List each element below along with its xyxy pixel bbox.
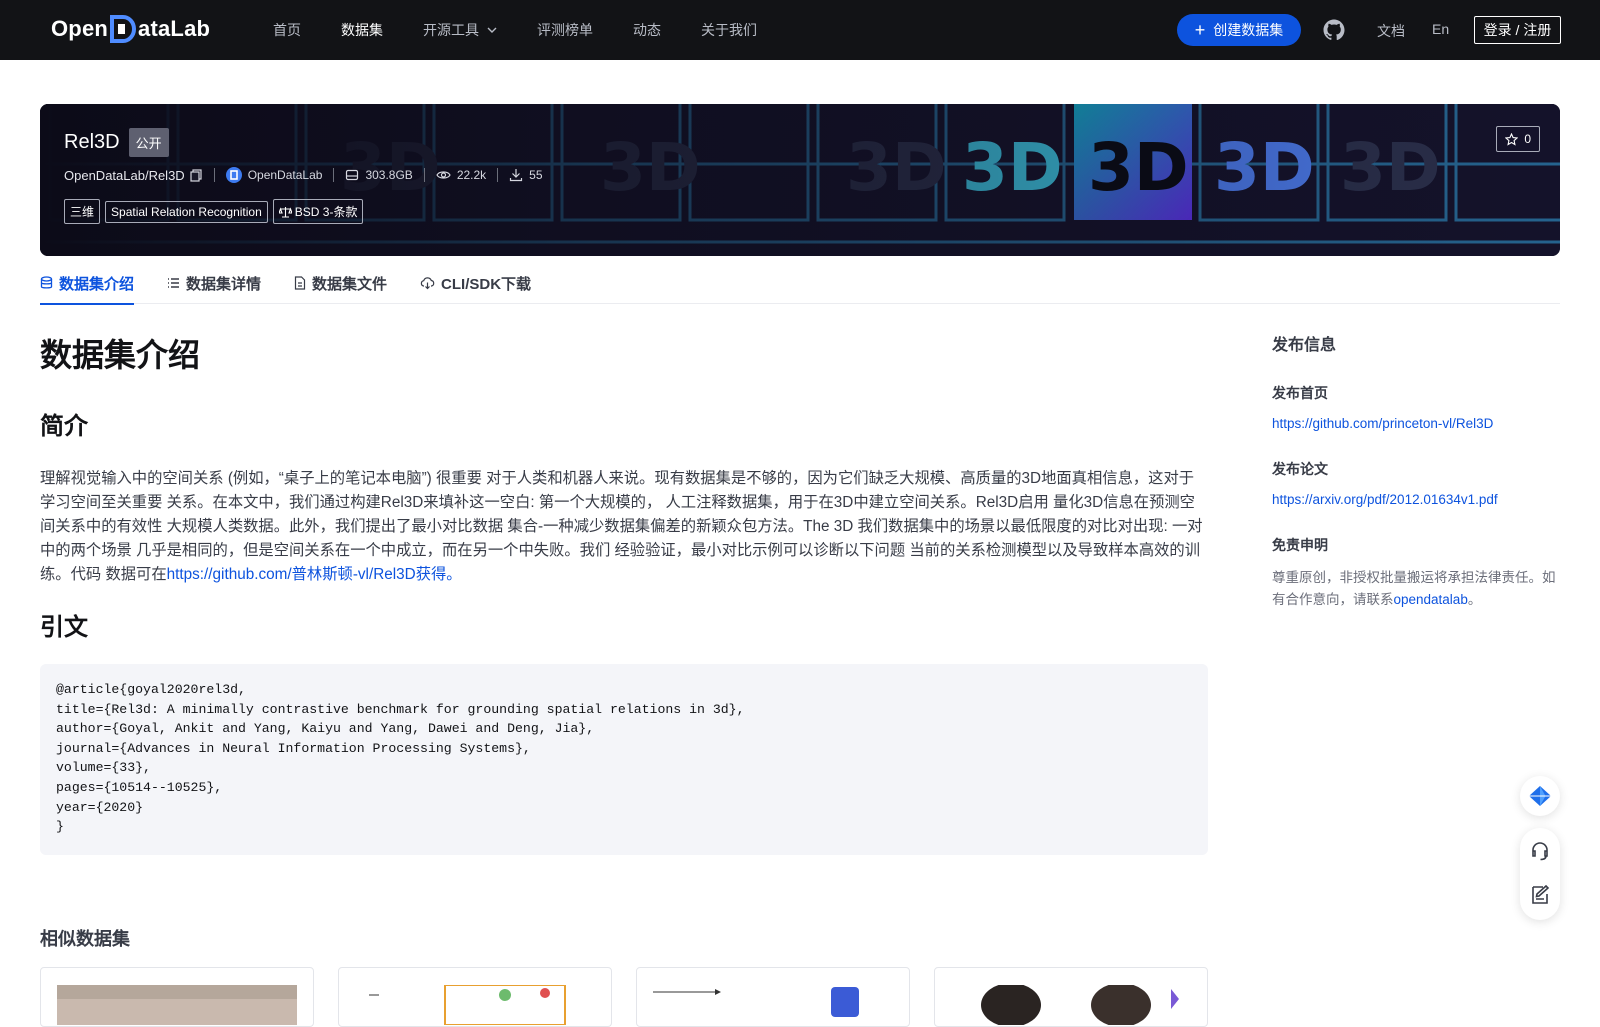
tab-cli-sdk-label: CLI/SDK下载: [441, 275, 532, 293]
file-icon: [294, 276, 306, 290]
dataset-size: 303.8GB: [345, 168, 413, 182]
publish-info-heading: 发布信息: [1272, 337, 1337, 354]
tag-modality[interactable]: 三维: [64, 199, 101, 224]
similar-datasets-list: [40, 967, 1232, 1027]
paper-link[interactable]: https://arxiv.org/pdf/2012.01634v1.pdf: [1272, 492, 1562, 507]
list-icon: [168, 278, 180, 288]
dataset-header: Rel3D 公开 OpenDataLab/Rel3D OpenDataLab 3…: [64, 128, 543, 224]
nav-about[interactable]: 关于我们: [701, 20, 757, 40]
cloud-download-icon: [420, 277, 435, 290]
citation-code-block: @article{goyal2020rel3d, title={Rel3d: A…: [40, 664, 1208, 855]
logo-d-mark-icon: [109, 14, 137, 44]
nav-open-source-tools[interactable]: 开源工具: [423, 20, 497, 40]
nav-home[interactable]: 首页: [273, 20, 301, 40]
tab-cli-sdk-download[interactable]: CLI/SDK下载: [420, 262, 531, 304]
contact-link[interactable]: opendatalab: [1394, 592, 1468, 607]
logo-text-prefix: Open: [51, 16, 109, 41]
diamond-logo-icon: [1529, 786, 1551, 806]
top-nav: Open ataLab 首页 数据集 开源工具 评测榜单 动态 关于我们 + 创…: [0, 0, 1600, 60]
citation-heading: 引文: [40, 614, 88, 641]
summary-text: 理解视觉输入中的空间关系 (例如，“桌子上的笔记本电脑”) 很重要 对于人类和机…: [40, 467, 1208, 587]
main-menu: 首页 数据集 开源工具 评测榜单 动态 关于我们: [273, 0, 797, 60]
dataset-title: Rel3D: [64, 131, 120, 153]
nav-datasets[interactable]: 数据集: [341, 20, 383, 40]
disclaimer-end: 。: [1467, 592, 1482, 607]
star-count: 0: [1524, 132, 1531, 146]
similar-dataset-card[interactable]: [40, 967, 314, 1027]
logo-text-suffix: ataLab: [138, 16, 211, 41]
tab-details-label: 数据集详情: [186, 275, 262, 293]
publisher-name: OpenDataLab: [247, 168, 323, 182]
storage-icon: [346, 169, 359, 181]
divider: [213, 168, 215, 182]
nav-open-source-tools-label: 开源工具: [423, 22, 479, 38]
tag-list: 三维 Spatial Relation Recognition BSD 3-条款: [64, 199, 543, 224]
disclaimer-label: 免责申明: [1272, 537, 1328, 553]
eye-icon: [436, 171, 451, 179]
divider: [333, 168, 335, 182]
dataset-intro-content: 数据集介绍 简介 理解视觉输入中的空间关系 (例如，“桌子上的笔记本电脑”) 很…: [40, 304, 1208, 855]
floating-assistant-button[interactable]: [1520, 776, 1560, 816]
page-title: 数据集介绍: [40, 337, 201, 373]
visibility-badge: 公开: [128, 128, 169, 157]
dataset-thumbnail: [57, 985, 297, 1025]
dataset-tabs: 数据集介绍 数据集详情 数据集文件 CLI/SDK下载: [40, 262, 1560, 305]
homepage-link[interactable]: https://github.com/princeton-vl/Rel3D: [1272, 416, 1562, 431]
docs-link[interactable]: 文档: [1377, 21, 1405, 41]
login-register-button[interactable]: 登录 / 注册: [1474, 16, 1561, 44]
opendatalab-logo[interactable]: Open ataLab: [51, 14, 210, 44]
divider: [423, 168, 425, 182]
feedback-icon[interactable]: [1529, 884, 1551, 906]
database-icon: [40, 276, 53, 289]
tag-task[interactable]: Spatial Relation Recognition: [105, 200, 268, 223]
dataset-path: OpenDataLab/Rel3D: [64, 167, 185, 183]
create-dataset-button[interactable]: + 创建数据集: [1177, 14, 1301, 46]
view-count: 22.2k: [436, 168, 486, 182]
customer-service-icon[interactable]: [1529, 840, 1551, 862]
dataset-thumbnail: [951, 985, 1191, 1025]
tag-license[interactable]: BSD 3-条款: [272, 199, 364, 224]
star-icon: [1505, 132, 1519, 146]
nav-leaderboard[interactable]: 评测榜单: [537, 20, 593, 40]
dataset-size-value: 303.8GB: [365, 168, 413, 182]
view-count-value: 22.2k: [456, 168, 487, 182]
scale-icon: [278, 206, 292, 218]
paper-label: 发布论文: [1272, 461, 1328, 477]
tab-introduction-label: 数据集介绍: [59, 275, 135, 293]
similar-dataset-card[interactable]: [636, 967, 910, 1027]
download-count: 55: [509, 168, 543, 182]
create-dataset-label: 创建数据集: [1213, 22, 1284, 38]
publish-info-sidebar: 发布信息 发布首页 https://github.com/princeton-v…: [1272, 304, 1562, 611]
tab-introduction[interactable]: 数据集介绍: [40, 262, 135, 305]
star-button[interactable]: 0: [1496, 126, 1540, 152]
dataset-banner: 3D 3D 3D 3D 3D 3D 3D Rel3D 公开 OpenDataLa…: [40, 104, 1560, 256]
homepage-label: 发布首页: [1272, 385, 1328, 401]
similar-datasets-heading: 相似数据集: [40, 929, 130, 949]
language-switch[interactable]: En: [1432, 21, 1449, 37]
copy-icon[interactable]: [189, 168, 203, 182]
plus-icon: +: [1194, 20, 1206, 40]
dataset-thumbnail: [653, 985, 893, 1025]
summary-code-link[interactable]: https://github.com/普林斯顿-vl/Rel3D获得。: [167, 566, 462, 583]
tab-details[interactable]: 数据集详情: [167, 262, 261, 304]
github-icon[interactable]: [1322, 18, 1346, 42]
download-icon: [510, 169, 523, 182]
dataset-meta: OpenDataLab/Rel3D OpenDataLab 303.8GB 22…: [64, 167, 543, 183]
dataset-thumbnail: [355, 985, 595, 1025]
similar-dataset-card[interactable]: [934, 967, 1208, 1027]
license-label: BSD 3-条款: [294, 205, 358, 219]
floating-tools: [1520, 828, 1560, 920]
summary-heading: 简介: [40, 413, 88, 440]
similar-dataset-card[interactable]: [338, 967, 612, 1027]
chevron-down-icon: [487, 27, 497, 33]
download-count-value: 55: [529, 168, 543, 182]
publisher[interactable]: OpenDataLab: [225, 167, 323, 183]
nav-news[interactable]: 动态: [633, 20, 661, 40]
tab-files[interactable]: 数据集文件: [294, 262, 387, 304]
publisher-avatar-icon: [225, 167, 242, 183]
disclaimer-text: 尊重原创，非授权批量搬运将承担法律责任。如有合作意向，请联系opendatala…: [1272, 567, 1562, 611]
tab-files-label: 数据集文件: [312, 275, 388, 293]
divider: [497, 168, 499, 182]
